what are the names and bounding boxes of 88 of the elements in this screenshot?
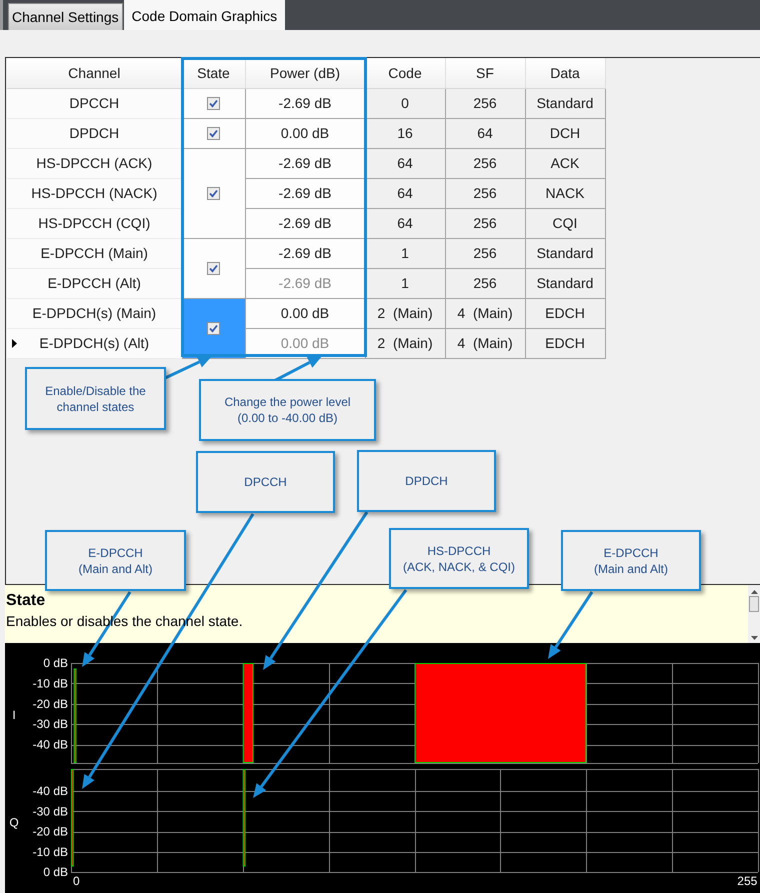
channel-name: DPDCH bbox=[69, 125, 120, 141]
table-cell[interactable]: 0.00 dB bbox=[245, 118, 365, 148]
callout: DPDCH bbox=[357, 450, 496, 512]
table-cell: 2 (Main) bbox=[365, 298, 445, 328]
table-cell: 256 bbox=[445, 148, 525, 178]
axis-label: 0 dB bbox=[43, 656, 68, 670]
table-cell: 256 bbox=[445, 88, 525, 118]
state-cell[interactable] bbox=[182, 238, 245, 298]
table-cell: DCH bbox=[525, 118, 605, 148]
table-cell: CQI bbox=[525, 208, 605, 238]
channel-name: E-DPCCH (Main) bbox=[40, 245, 148, 261]
scrollbar[interactable] bbox=[748, 585, 760, 643]
table-cell: 64 bbox=[365, 148, 445, 178]
table-cell: 256 bbox=[445, 208, 525, 238]
table-cell[interactable]: -2.69 dB bbox=[245, 238, 365, 268]
axis-label: 0 bbox=[73, 874, 80, 888]
axis-label: -10 dB bbox=[32, 844, 68, 859]
table-cell: 1 bbox=[365, 268, 445, 298]
tab[interactable]: Channel Settings bbox=[8, 3, 123, 30]
axis-label: -10 dB bbox=[32, 676, 68, 690]
table-cell: 64 bbox=[445, 118, 525, 148]
axis-title: I bbox=[12, 708, 16, 722]
table-cell: 256 bbox=[445, 268, 525, 298]
column-header: Data bbox=[525, 58, 605, 88]
table-cell: 0 bbox=[365, 88, 445, 118]
table-cell: 16 bbox=[365, 118, 445, 148]
column-header: SF bbox=[445, 58, 525, 88]
table-cell: 256 bbox=[445, 178, 525, 208]
state-cell[interactable] bbox=[182, 88, 245, 118]
channel-name: HS-DPCCH (CQI) bbox=[38, 215, 150, 231]
checkbox[interactable] bbox=[207, 126, 220, 140]
table-cell[interactable]: -2.69 dB bbox=[245, 88, 365, 118]
callout: Change the power level (0.00 to -40.00 dB) bbox=[199, 379, 376, 441]
table-cell: 4 (Main) bbox=[445, 328, 525, 358]
channel-name: E-DPDCH(s) (Main) bbox=[32, 305, 156, 321]
table-cell[interactable]: -2.69 dB bbox=[245, 208, 365, 238]
table-cell: Standard bbox=[525, 88, 605, 118]
table-cell: 64 bbox=[365, 208, 445, 238]
table-cell: Standard bbox=[525, 268, 605, 298]
table-cell: 64 bbox=[365, 178, 445, 208]
column-header: Power (dB) bbox=[245, 58, 365, 88]
table-cell: 256 bbox=[445, 238, 525, 268]
table-cell: 2 (Main) bbox=[365, 328, 445, 358]
callout: HS-DPCCH (ACK, NACK, & CQI) bbox=[389, 528, 529, 589]
axis-label: -20 dB bbox=[32, 824, 68, 839]
column-header: Code bbox=[365, 58, 445, 88]
callout: E-DPCCH (Main and Alt) bbox=[561, 530, 701, 591]
axis-label: -30 dB bbox=[32, 717, 68, 732]
state-cell[interactable] bbox=[182, 298, 245, 358]
help-title: State bbox=[6, 592, 46, 610]
channel-name: HS-DPCCH (ACK) bbox=[36, 155, 152, 171]
callout-arrow bbox=[548, 591, 594, 659]
axis-title: Q bbox=[9, 816, 19, 830]
axis-label: 255 bbox=[737, 874, 758, 888]
table-cell: ACK bbox=[525, 148, 605, 178]
checkbox[interactable] bbox=[207, 262, 220, 274]
table-cell[interactable]: -2.69 dB bbox=[245, 178, 365, 208]
table-cell[interactable]: 0.00 dB bbox=[245, 298, 365, 328]
callout: E-DPCCH (Main and Alt) bbox=[45, 530, 186, 591]
table-cell[interactable]: -2.69 dB bbox=[245, 148, 365, 178]
table-cell: EDCH bbox=[525, 328, 605, 358]
column-header: Channel bbox=[7, 58, 182, 88]
axis-label: -20 dB bbox=[32, 696, 68, 711]
checkbox[interactable] bbox=[207, 186, 220, 200]
scrollbar-thumb[interactable] bbox=[749, 596, 759, 612]
axis-label: 0 dB bbox=[43, 865, 68, 879]
axis-label: -40 dB bbox=[32, 784, 68, 798]
callout: DPCCH bbox=[196, 451, 335, 513]
channel-name: E-DPCCH (Alt) bbox=[48, 275, 141, 291]
checkbox[interactable] bbox=[207, 322, 220, 334]
table-cell: 1 bbox=[365, 238, 445, 268]
table-cell: EDCH bbox=[525, 298, 605, 328]
channel-name: E-DPDCH(s) (Alt) bbox=[39, 335, 150, 351]
callout: Enable/Disable the channel states bbox=[25, 367, 166, 430]
table-cell: 4 (Main) bbox=[445, 298, 525, 328]
checkbox[interactable] bbox=[207, 96, 220, 110]
table-cell: Standard bbox=[525, 238, 605, 268]
channel-name: HS-DPCCH (NACK) bbox=[31, 185, 158, 201]
axis-label: -30 dB bbox=[32, 804, 68, 818]
table-cell: NACK bbox=[525, 178, 605, 208]
channel-name: DPCCH bbox=[69, 95, 120, 111]
column-header: State bbox=[182, 58, 245, 88]
tab[interactable]: Code Domain Graphics bbox=[124, 0, 286, 30]
state-cell[interactable] bbox=[182, 118, 245, 148]
scroll-up-icon[interactable] bbox=[750, 590, 758, 594]
axis-label: -40 dB bbox=[32, 738, 68, 752]
state-cell[interactable] bbox=[182, 148, 245, 238]
scroll-down-icon[interactable] bbox=[750, 636, 758, 640]
